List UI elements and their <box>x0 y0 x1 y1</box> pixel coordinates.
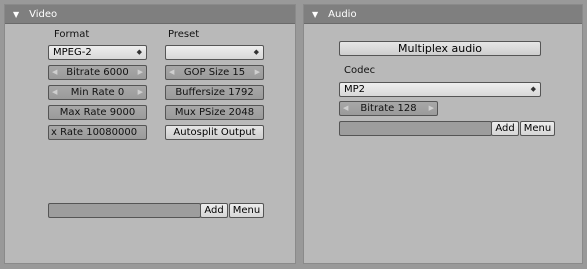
decrement-arrow-icon[interactable]: ◀ <box>52 66 57 79</box>
max-rate-value: Max Rate 9000 <box>59 107 136 118</box>
audio-menu-label: Menu <box>523 123 552 134</box>
bitrate-field[interactable]: ◀ Bitrate 6000 ▶ <box>48 65 147 80</box>
audio-panel-header[interactable]: ▼ Audio <box>304 5 582 24</box>
codec-dropdown[interactable]: MP2 ◆ <box>339 82 541 97</box>
max-rate-field[interactable]: Max Rate 9000 <box>48 105 147 120</box>
audio-add-label: Add <box>495 123 515 134</box>
format-label: Format <box>54 29 90 40</box>
min-rate-field[interactable]: ◀ Min Rate 0 ▶ <box>48 85 147 100</box>
audio-bitrate-value: Bitrate 128 <box>360 103 417 114</box>
decrement-arrow-icon[interactable]: ◀ <box>169 66 174 79</box>
gop-size-value: GOP Size 15 <box>183 67 246 78</box>
codec-label: Codec <box>344 65 376 76</box>
autosplit-output-label: Autosplit Output <box>173 127 256 138</box>
preset-dropdown[interactable]: ◆ <box>165 45 264 60</box>
audio-panel-title: Audio <box>328 8 357 20</box>
audio-panel: ▼ Audio Multiplex audio Codec MP2 ◆ ◀ Bi… <box>303 4 583 264</box>
increment-arrow-icon[interactable]: ▶ <box>138 66 143 79</box>
video-name-field[interactable] <box>48 203 201 218</box>
buffersize-field[interactable]: Buffersize 1792 <box>165 85 264 100</box>
video-panel: ▼ Video Format Preset MPEG-2 ◆ ◆ ◀ Bitra… <box>4 4 296 264</box>
audio-menu-button[interactable]: Menu <box>520 121 555 136</box>
rate-field[interactable]: x Rate 10080000 <box>48 125 147 140</box>
dropdown-arrows-icon: ◆ <box>136 48 142 56</box>
decrement-arrow-icon[interactable]: ◀ <box>52 86 57 99</box>
preset-label: Preset <box>168 29 200 40</box>
audio-name-field[interactable] <box>339 121 492 136</box>
mux-psize-value: Mux PSize 2048 <box>174 107 255 118</box>
format-value: MPEG-2 <box>53 47 92 58</box>
video-panel-title: Video <box>29 8 58 20</box>
video-add-button[interactable]: Add <box>200 203 228 218</box>
gop-size-field[interactable]: ◀ GOP Size 15 ▶ <box>165 65 264 80</box>
collapse-triangle-icon[interactable]: ▼ <box>312 10 318 19</box>
video-menu-button[interactable]: Menu <box>229 203 264 218</box>
rate-value: x Rate 10080000 <box>51 127 138 138</box>
multiplex-audio-toggle[interactable]: Multiplex audio <box>339 41 541 56</box>
min-rate-value: Min Rate 0 <box>70 87 125 98</box>
video-menu-label: Menu <box>232 205 261 216</box>
decrement-arrow-icon[interactable]: ◀ <box>343 102 348 115</box>
dropdown-arrows-icon: ◆ <box>253 48 259 56</box>
codec-value: MP2 <box>344 84 366 95</box>
increment-arrow-icon[interactable]: ▶ <box>429 102 434 115</box>
collapse-triangle-icon[interactable]: ▼ <box>13 10 19 19</box>
audio-bitrate-field[interactable]: ◀ Bitrate 128 ▶ <box>339 101 438 116</box>
video-panel-header[interactable]: ▼ Video <box>5 5 295 24</box>
mux-psize-field[interactable]: Mux PSize 2048 <box>165 105 264 120</box>
format-dropdown[interactable]: MPEG-2 ◆ <box>48 45 147 60</box>
multiplex-audio-label: Multiplex audio <box>398 42 482 55</box>
increment-arrow-icon[interactable]: ▶ <box>138 86 143 99</box>
increment-arrow-icon[interactable]: ▶ <box>255 66 260 79</box>
audio-add-button[interactable]: Add <box>491 121 519 136</box>
video-add-label: Add <box>204 205 224 216</box>
autosplit-output-toggle[interactable]: Autosplit Output <box>165 125 264 140</box>
dropdown-arrows-icon: ◆ <box>530 85 536 93</box>
buffersize-value: Buffersize 1792 <box>175 87 254 98</box>
bitrate-value: Bitrate 6000 <box>66 67 129 78</box>
